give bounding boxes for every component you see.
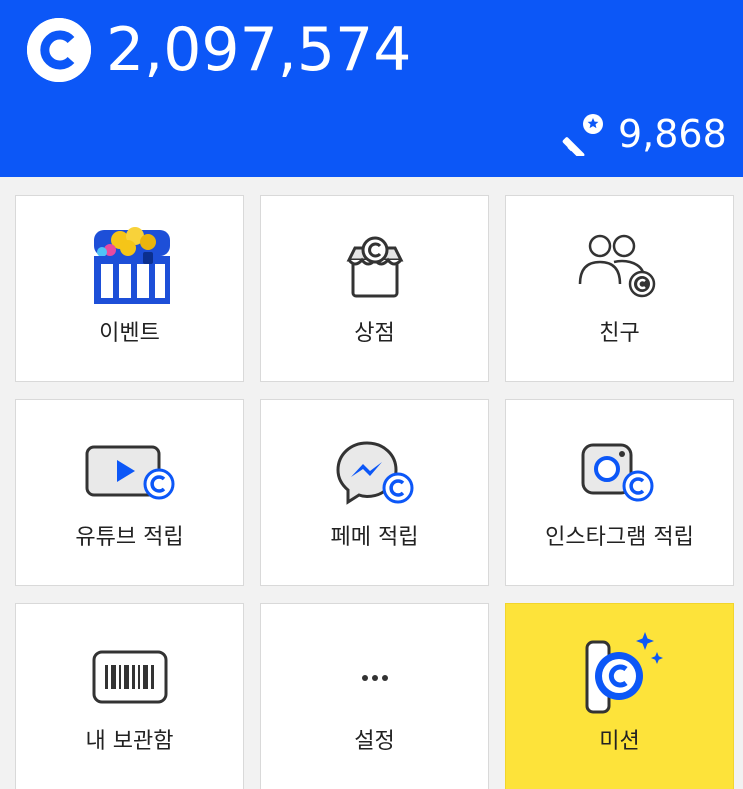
- instagram-icon: [580, 442, 660, 504]
- menu-label: 이벤트: [99, 321, 160, 346]
- menu-tile-storage[interactable]: 내 보관함: [15, 603, 244, 789]
- menu-label: 인스타그램 적립: [545, 525, 694, 550]
- coin-balance: 2,097,574: [106, 15, 412, 85]
- barcode-icon: [92, 650, 168, 704]
- key-icon: [562, 110, 608, 159]
- menu-tile-messenger[interactable]: 페메 적립: [260, 399, 489, 586]
- menu-tile-event[interactable]: 이벤트: [15, 195, 244, 382]
- menu-label: 친구: [599, 321, 640, 346]
- menu-tile-settings[interactable]: 설정: [260, 603, 489, 789]
- menu-label: 미션: [599, 729, 640, 754]
- menu-tile-store[interactable]: 상점: [260, 195, 489, 382]
- treasure-chest-icon: [80, 226, 180, 306]
- coin-logo-icon: [27, 18, 91, 82]
- menu-tile-mission[interactable]: 미션: [505, 603, 734, 789]
- key-count: 9,868: [618, 112, 727, 156]
- menu-label: 유튜브 적립: [75, 525, 184, 550]
- mission-phone-icon: [575, 630, 665, 716]
- menu-label: 상점: [354, 321, 395, 346]
- menu-tile-youtube[interactable]: 유튜브 적립: [15, 399, 244, 586]
- youtube-icon: [85, 444, 175, 502]
- header-bar: 2,097,574 9,868: [0, 0, 743, 177]
- store-icon: [343, 234, 407, 300]
- menu-tile-friends[interactable]: 친구: [505, 195, 734, 382]
- friends-icon: [578, 232, 662, 300]
- more-dots-icon: [360, 668, 390, 681]
- menu-tile-instagram[interactable]: 인스타그램 적립: [505, 399, 734, 586]
- menu-label: 페메 적립: [330, 525, 419, 550]
- menu-label: 설정: [354, 729, 395, 754]
- menu-label: 내 보관함: [85, 729, 174, 754]
- messenger-icon: [335, 440, 415, 506]
